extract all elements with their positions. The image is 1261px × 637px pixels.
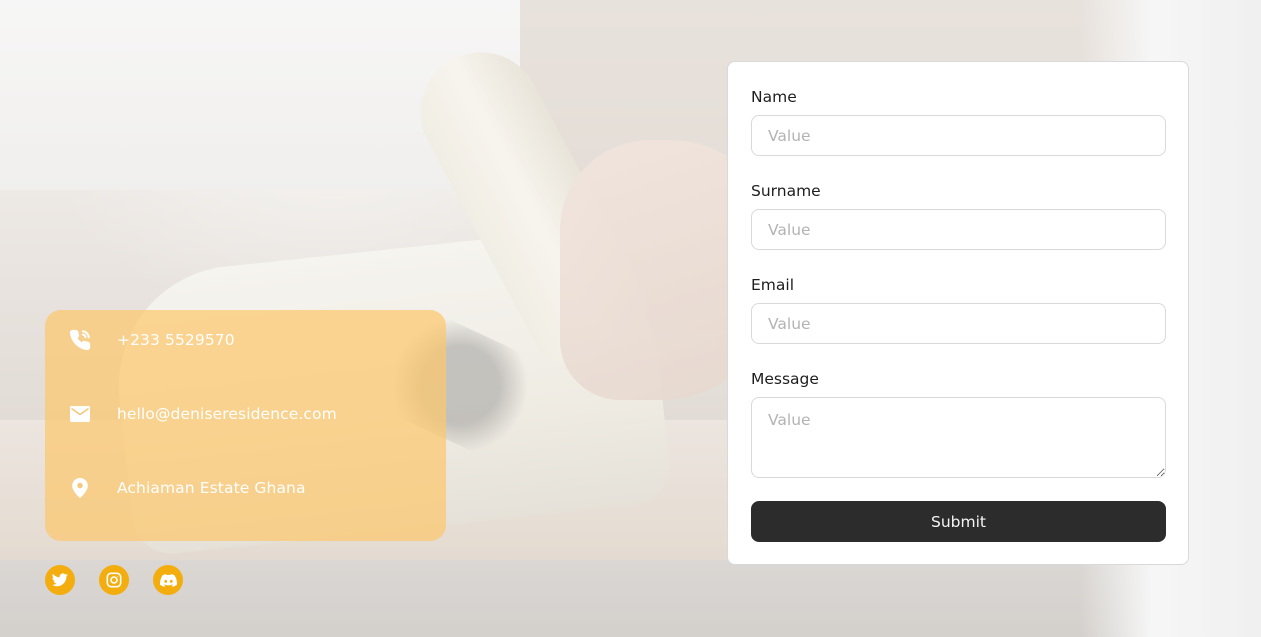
email-field[interactable] [751,303,1166,344]
message-label: Message [751,370,819,388]
mail-icon [69,403,91,425]
name-field[interactable] [751,115,1166,156]
phone-call-icon [69,329,91,351]
discord-link[interactable] [153,565,183,595]
message-field[interactable] [751,397,1166,478]
contact-location-text: Achiaman Estate Ghana [117,479,306,497]
contact-phone-text: +233 5529570 [117,331,235,349]
submit-button[interactable]: Submit [751,501,1166,542]
discord-icon [159,573,177,587]
email-label: Email [751,276,795,294]
map-pin-icon [69,477,91,499]
instagram-icon [106,572,122,588]
contact-form: Name Surname Email Message Submit [727,61,1189,565]
twitter-icon [52,573,68,587]
twitter-link[interactable] [45,565,75,595]
surname-field[interactable] [751,209,1166,250]
surname-label: Surname [751,182,821,200]
contact-email-text: hello@deniseresidence.com [117,405,337,423]
instagram-link[interactable] [99,565,129,595]
name-label: Name [751,88,797,106]
